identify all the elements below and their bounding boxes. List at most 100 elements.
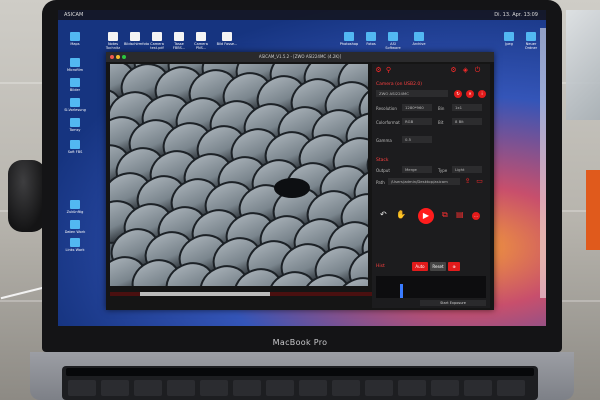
zoom-window-button[interactable] [122, 55, 126, 59]
play-button[interactable]: ▶ [418, 208, 434, 224]
desktop-icon-label: Links Work [65, 248, 85, 252]
refresh-camera-button[interactable]: ↻ [454, 90, 462, 98]
resolution-select[interactable]: 1280*960 [402, 104, 432, 111]
menu-bar: ASICAM Di. 13. Apr. 13:09 [58, 10, 546, 20]
minimize-window-button[interactable] [116, 55, 120, 59]
document-icon [130, 32, 140, 41]
gamma-label: Gamma [376, 138, 392, 143]
desktop-icon[interactable]: Microfilm [64, 58, 86, 72]
desktop-icon[interactable]: Camera PNS... [190, 32, 212, 50]
desktop-icon-label: SI-Vorlesung [64, 108, 86, 112]
keyboard-key [101, 380, 129, 396]
document-icon [152, 32, 162, 41]
power-icon[interactable]: ⏻ [474, 67, 481, 74]
desktop-icon[interactable]: Daten Work [64, 220, 86, 234]
keyboard-key [431, 380, 459, 396]
export-icon[interactable]: ⇪ [464, 178, 471, 185]
filter-icon[interactable]: ◈ [462, 67, 469, 74]
document-icon [222, 32, 232, 41]
desktop-icon[interactable]: Jpeg [498, 32, 520, 46]
desktop-icon-label: Microfilm [66, 68, 83, 72]
type-select[interactable]: Light [452, 166, 482, 173]
desktop-icon[interactable]: Bild Fosse... [216, 32, 238, 46]
desktop-icon-label: Camera PNS... [194, 42, 208, 50]
path-input[interactable]: /Users/admin/Desktop/asicam [388, 178, 460, 185]
bit-select[interactable]: 8 Bit [452, 118, 482, 125]
mug [8, 160, 46, 232]
folder-icon[interactable]: ▭ [476, 178, 483, 185]
desktop-icon[interactable]: Bilder [64, 78, 86, 92]
capture-icon[interactable]: ⧉ [442, 210, 448, 220]
folder-icon [526, 32, 536, 41]
desktop-icon[interactable]: Archive [408, 32, 430, 46]
keyboard-key [398, 380, 426, 396]
output-select[interactable]: Merge [402, 166, 432, 173]
desktop-icon[interactable]: SI-Vorlesung [64, 98, 86, 112]
document-icon [108, 32, 118, 41]
folder-icon [414, 32, 424, 41]
folder-icon [70, 32, 80, 41]
bin-select[interactable]: 1x1 [452, 104, 482, 111]
lock-icon[interactable]: ⚲ [385, 67, 392, 74]
zoom-histogram-button[interactable]: ⊕ [448, 262, 460, 271]
undo-icon[interactable]: ↶ [380, 210, 387, 219]
colorformat-label: Colorformat [376, 120, 400, 125]
desktop-icon[interactable]: Fotos [360, 32, 382, 46]
disconnect-camera-button[interactable]: ✕ [466, 90, 474, 98]
desktop-icon[interactable]: Photoshop [338, 32, 360, 46]
desktop-icon[interactable]: Maps [64, 32, 86, 46]
folder-icon [70, 58, 80, 67]
hand-icon[interactable]: ✋ [396, 210, 406, 219]
desktop-icon[interactable]: Notes Tochnitz [102, 32, 124, 50]
desktop-icon-label: ASI Software [385, 42, 401, 50]
start-exposure-button[interactable]: Start Exposure [420, 300, 486, 306]
keyboard-key [167, 380, 195, 396]
keyboard-key [134, 380, 162, 396]
keyboard-key [200, 380, 228, 396]
desktop-icon[interactable]: Neuer Ordner [520, 32, 542, 50]
resolution-label: Resolution [376, 106, 397, 111]
desktop-icon[interactable]: Camera test.pdf [146, 32, 168, 50]
dock[interactable] [540, 28, 546, 298]
desktop-icon[interactable]: Bildschirmfoto [124, 32, 149, 46]
settings-icon[interactable]: ⚙ [375, 67, 382, 74]
desktop-icon[interactable]: Soft FBS [64, 140, 86, 154]
keyboard-key [365, 380, 393, 396]
close-window-button[interactable] [110, 55, 114, 59]
folder-icon [388, 32, 398, 41]
desktop-icon[interactable]: Tasse FBBS... [168, 32, 190, 50]
folder-icon [70, 238, 80, 247]
camera-info-button[interactable]: i [478, 90, 486, 98]
folder-icon [366, 32, 376, 41]
folder-icon [504, 32, 514, 41]
gear-icon[interactable]: ⚙ [450, 67, 457, 74]
folder-icon [70, 98, 80, 107]
desktop-icon-label: Bilder [69, 88, 81, 92]
folder-icon [70, 200, 80, 209]
desktop-icon-label: Neuer Ordner [524, 42, 538, 50]
folder-icon [70, 78, 80, 87]
more-button[interactable]: … [472, 212, 480, 220]
plastic-bag [566, 10, 600, 120]
menu-bar-clock[interactable]: Di. 13. Apr. 13:09 [494, 10, 538, 20]
auto-button[interactable]: Auto [412, 262, 428, 271]
desktop-icon-label: Jpeg [505, 42, 513, 46]
video-icon[interactable]: ▤ [456, 210, 464, 219]
histogram-bar [400, 284, 403, 298]
scrollbar-thumb[interactable] [140, 292, 270, 296]
camera-preview[interactable] [110, 64, 368, 286]
orange-object [586, 170, 600, 250]
desktop-icon[interactable]: Tomsy [64, 118, 86, 132]
desktop-icon[interactable]: Links Work [64, 238, 86, 252]
camera-header: Camera (on USB2.0) [376, 82, 423, 87]
desktop-icon[interactable]: Zukünftig [64, 200, 86, 214]
camera-select[interactable]: ZWO ASI224MC [376, 90, 448, 97]
gamma-input[interactable]: 0.5 [402, 136, 432, 143]
colorformat-select[interactable]: RGB [402, 118, 432, 125]
window-titlebar: ASICAM_V1.5.2 - [ZWO ASI224MC (4.2K)] [106, 52, 494, 62]
desktop-icon[interactable]: ASI Software [382, 32, 404, 50]
document-icon [196, 32, 206, 41]
reset-button[interactable]: Reset [430, 262, 446, 271]
menu-bar-app-name[interactable]: ASICAM [64, 10, 83, 20]
keyboard-key [233, 380, 261, 396]
